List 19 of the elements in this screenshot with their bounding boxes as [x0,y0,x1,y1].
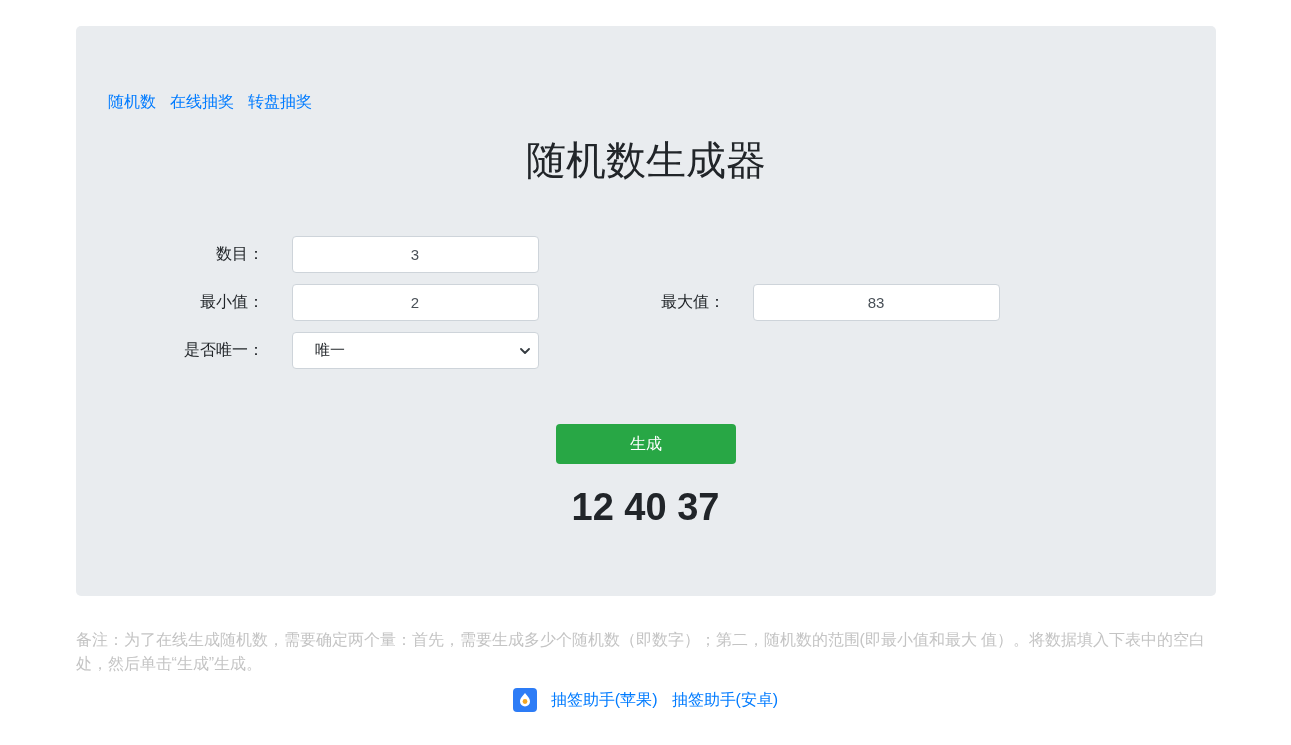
number-field[interactable]: 3 [291,236,539,273]
field-label: 数目： [215,244,265,264]
nav-link[interactable]: 随机数 [107,90,156,114]
nav-link[interactable]: 在线抽奖 [169,90,234,114]
generate-button[interactable]: 生成 [555,424,736,464]
download-link[interactable]: 抽签助手(苹果) [550,689,658,711]
download-link[interactable]: 抽签助手(安卓) [671,689,779,711]
select-field[interactable]: 唯一 [291,332,539,369]
nav-link[interactable]: 转盘抽奖 [247,90,312,114]
page-title: 随机数生成器 [524,137,767,184]
note-text: 备注：为了在线生成随机数，需要确定两个量：首先，需要生成多少个随机数（即数字）；第二，随机数的范围(即最小值和最大 值）。将数据填入下表中的空白处，然后单击“生成”生成。 [75,630,1207,674]
number-field[interactable]: 83 [752,284,1000,321]
field-label: 最小值： [199,292,265,312]
result-numbers: 12 40 37 [571,485,720,530]
app-logo-icon [512,688,537,712]
number-field[interactable]: 2 [291,284,539,321]
field-label: 最大值： [660,292,726,312]
field-label: 是否唯一： [183,340,265,360]
chevron-down-icon [519,347,530,354]
